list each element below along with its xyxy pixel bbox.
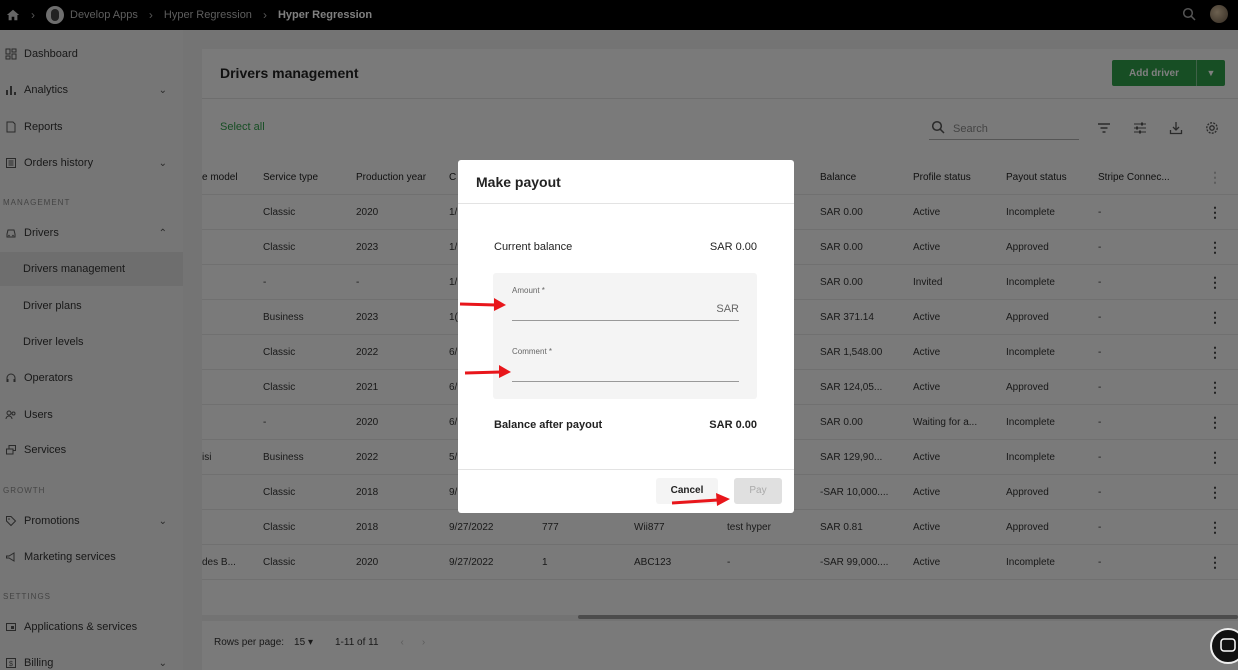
- balance-after-label: Balance after payout: [494, 419, 603, 431]
- comment-label: Comment *: [512, 347, 553, 356]
- dialog-title: Make payout: [476, 174, 561, 190]
- current-balance-value: SAR 0.00: [709, 241, 757, 253]
- divider: [458, 203, 794, 204]
- chat-icon: [1220, 638, 1236, 652]
- payout-form: Amount * SAR Comment *: [493, 273, 757, 399]
- make-payout-dialog: Make payout Current balance SAR 0.00 Amo…: [458, 160, 794, 513]
- pay-button[interactable]: Pay: [734, 478, 782, 504]
- annotation-arrow-icon: [459, 298, 506, 311]
- balance-after-value: SAR 0.00: [709, 419, 757, 431]
- comment-input[interactable]: [512, 381, 739, 382]
- divider: [458, 469, 794, 470]
- amount-currency: SAR: [716, 303, 739, 315]
- annotation-arrow-icon: [671, 493, 730, 506]
- annotation-arrow-icon: [464, 365, 511, 378]
- amount-label: Amount *: [512, 286, 545, 295]
- current-balance-label: Current balance: [494, 241, 573, 253]
- amount-input[interactable]: [512, 320, 739, 321]
- chat-button[interactable]: [1210, 628, 1238, 664]
